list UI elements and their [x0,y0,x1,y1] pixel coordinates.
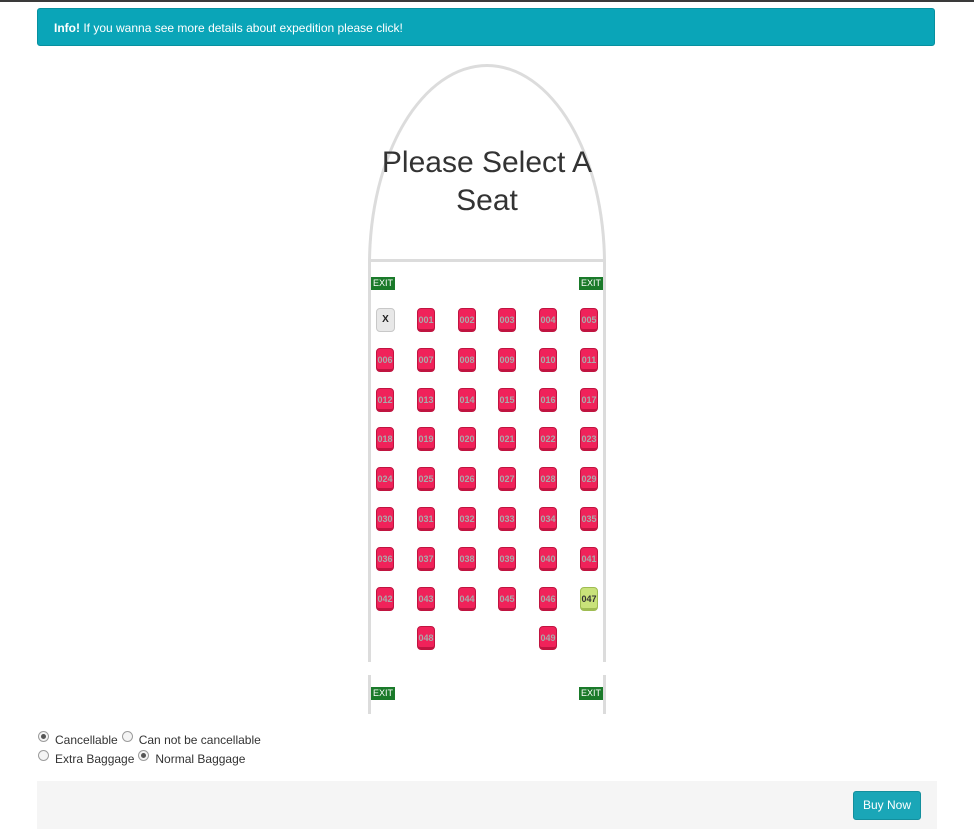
extra-baggage-label: Extra Baggage [55,752,135,766]
exit-sign-front-right: EXIT [579,277,603,290]
seat-010[interactable]: 010 [539,348,557,372]
seat-008[interactable]: 008 [458,348,476,372]
seat-031[interactable]: 031 [417,507,435,531]
seat-043[interactable]: 043 [417,587,435,611]
normal-baggage-radio[interactable] [138,750,150,761]
seat-049[interactable]: 049 [539,626,557,650]
cockpit-divider [368,259,606,262]
seat-004[interactable]: 004 [539,308,557,332]
seat-003[interactable]: 003 [498,308,516,332]
seat-048[interactable]: 048 [417,626,435,650]
info-alert[interactable]: Info! If you wanna see more details abou… [37,8,935,46]
seat-020[interactable]: 020 [458,427,476,451]
seat-025[interactable]: 025 [417,467,435,491]
seat-035[interactable]: 035 [580,507,598,531]
info-alert-text: If you wanna see more details about expe… [80,21,403,35]
seat-011[interactable]: 011 [580,348,598,372]
top-border [0,0,974,2]
seat-033[interactable]: 033 [498,507,516,531]
seat-023[interactable]: 023 [580,427,598,451]
seat-012[interactable]: 012 [376,388,394,412]
seat-037[interactable]: 037 [417,547,435,571]
seat-034[interactable]: 034 [539,507,557,531]
seat-039[interactable]: 039 [498,547,516,571]
seat-038[interactable]: 038 [458,547,476,571]
seat-027[interactable]: 027 [498,467,516,491]
buy-now-button[interactable]: Buy Now [853,791,921,820]
ticket-options: Cancellable Can not be cancellable Extra… [38,728,265,766]
seat-044[interactable]: 044 [458,587,476,611]
seat-017[interactable]: 017 [580,388,598,412]
tail-right-wall [603,675,606,714]
seat-045[interactable]: 045 [498,587,516,611]
seat-006[interactable]: 006 [376,348,394,372]
seat-042[interactable]: 042 [376,587,394,611]
not-cancellable-radio[interactable] [121,731,133,742]
seat-014[interactable]: 014 [458,388,476,412]
seat-021[interactable]: 021 [498,427,516,451]
seat-028[interactable]: 028 [539,467,557,491]
seat-007[interactable]: 007 [417,348,435,372]
page-title: Please Select A Seat [381,146,593,217]
fuselage-right-wall [603,262,606,662]
exit-sign-rear-right: EXIT [579,687,603,700]
seat-009[interactable]: 009 [498,348,516,372]
fuselage-left-wall [368,262,371,662]
cancellation-options: Cancellable Can not be cancellable [38,728,265,747]
exit-sign-rear-left: EXIT [371,687,395,700]
seat-016[interactable]: 016 [539,388,557,412]
seat-036[interactable]: 036 [376,547,394,571]
seat-005[interactable]: 005 [580,308,598,332]
seat-041[interactable]: 041 [580,547,598,571]
seat-013[interactable]: 013 [417,388,435,412]
cancellable-radio[interactable] [38,731,49,742]
footer-bar [37,781,937,829]
seat-024[interactable]: 024 [376,467,394,491]
seat-047[interactable]: 047 [580,587,598,611]
extra-baggage-radio[interactable] [38,750,49,761]
seat-001[interactable]: 001 [417,308,435,332]
normal-baggage-label: Normal Baggage [155,752,246,766]
seat-022[interactable]: 022 [539,427,557,451]
seat-018[interactable]: 018 [376,427,394,451]
info-alert-strong: Info! [54,21,80,35]
seat-032[interactable]: 032 [458,507,476,531]
seat-blocked: X [376,308,395,332]
seat-015[interactable]: 015 [498,388,516,412]
seat-026[interactable]: 026 [458,467,476,491]
seat-046[interactable]: 046 [539,587,557,611]
plane-nose [368,64,606,464]
seat-040[interactable]: 040 [539,547,557,571]
seat-029[interactable]: 029 [580,467,598,491]
seat-002[interactable]: 002 [458,308,476,332]
seat-019[interactable]: 019 [417,427,435,451]
exit-sign-front-left: EXIT [371,277,395,290]
seat-030[interactable]: 030 [376,507,394,531]
